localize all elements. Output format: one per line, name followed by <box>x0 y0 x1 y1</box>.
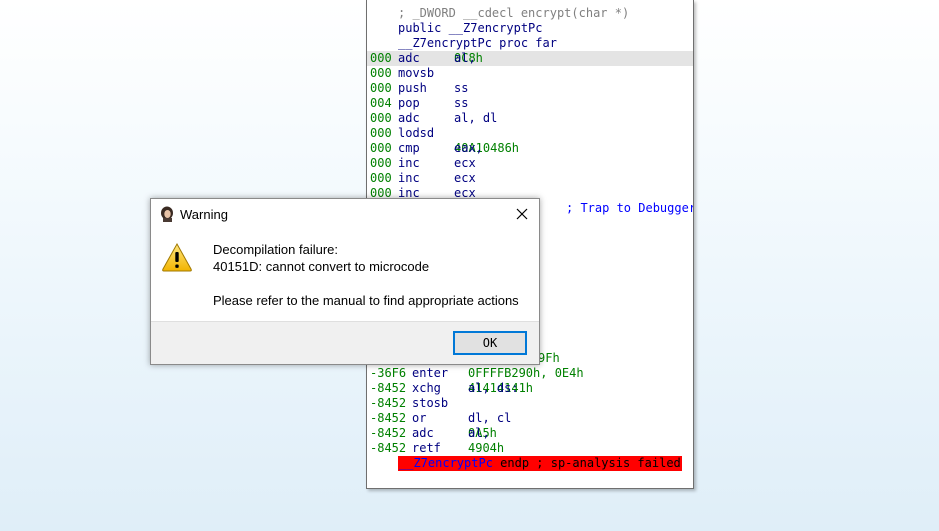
endp-line[interactable]: __Z7encryptPc endp ; sp-analysis failed <box>367 456 693 471</box>
asm-line[interactable]: -8452 or dl, cl <box>367 411 693 426</box>
warning-icon <box>161 242 193 272</box>
asm-line[interactable]: -8452 stosb <box>367 396 693 411</box>
app-avatar-icon <box>159 206 175 222</box>
asm-line[interactable]: -8452 xchg al, ds: 41414141h <box>367 381 693 396</box>
close-button[interactable] <box>513 205 531 223</box>
message-line-2: 40151D: cannot convert to microcode <box>213 259 430 274</box>
func-header-public: public __Z7encryptPc <box>398 21 543 35</box>
close-icon <box>516 208 528 220</box>
asm-line[interactable]: 000 inc ecx <box>367 156 693 171</box>
asm-line[interactable]: 004 pop ss <box>367 96 693 111</box>
dialog-title: Warning <box>180 207 228 222</box>
asm-line[interactable]: -36F6 enter 0FFFFB290h, 0E4h <box>367 366 693 381</box>
func-header-comment: ; _DWORD __cdecl encrypt(char *) <box>398 6 630 20</box>
sp-analysis-failed-marker: __Z7encryptPc endp ; sp-analysis failed <box>398 456 682 471</box>
asm-line[interactable]: -8452 adc al, 0A5h <box>367 426 693 441</box>
dialog-titlebar[interactable]: Warning <box>151 199 539 229</box>
asm-line[interactable]: 000 push ss <box>367 81 693 96</box>
ok-button[interactable]: OK <box>453 331 527 355</box>
asm-line[interactable]: 000 lodsd <box>367 126 693 141</box>
asm-line[interactable]: 000 adc al, dl <box>367 111 693 126</box>
func-header-proc: __Z7encryptPc proc far <box>398 36 557 50</box>
dialog-footer: OK <box>151 321 539 364</box>
asm-line[interactable]: 000 cmp eax, 40A10486h <box>367 141 693 156</box>
asm-line[interactable]: 000 adc al, 0C8h <box>367 51 693 66</box>
asm-line[interactable]: 000 inc ecx <box>367 171 693 186</box>
message-line-1: Decompilation failure: <box>213 242 339 257</box>
message-line-3: Please refer to the manual to find appro… <box>213 293 519 308</box>
warning-dialog: Warning Decompilation failure: 40151D: c… <box>150 198 540 365</box>
asm-line[interactable]: -8452 retf 4904h <box>367 441 693 456</box>
asm-line[interactable]: 000 movsb <box>367 66 693 81</box>
